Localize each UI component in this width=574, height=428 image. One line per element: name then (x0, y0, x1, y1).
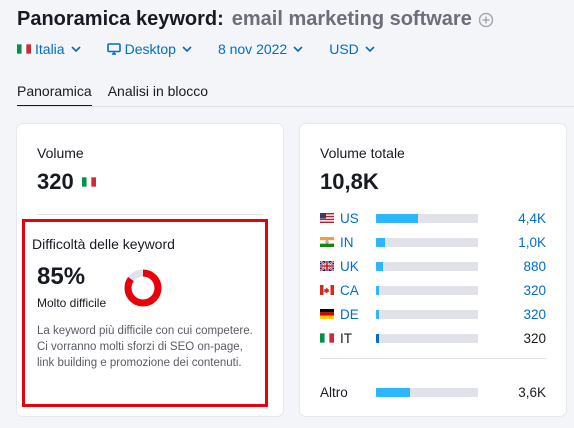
filters-bar: Italia Desktop 8 nov 2022 USD (17, 41, 401, 57)
flag-us-icon (320, 213, 334, 223)
flag-in-icon (320, 237, 334, 247)
page-title: Panoramica keyword: (17, 8, 224, 30)
keyword-title: email marketing software (231, 8, 472, 30)
kd-description: La keyword più difficile con cui compete… (37, 325, 253, 369)
other-label: Altro (320, 384, 348, 400)
kd-level: Molto difficile (37, 296, 107, 310)
flag-it-icon (320, 333, 334, 343)
device-select[interactable]: Desktop (106, 41, 192, 57)
kd-title: Difficoltà delle keyword (32, 236, 175, 252)
volume-bar-track (376, 238, 478, 247)
volume-value-row: 320 (37, 169, 96, 195)
country-list: US 4,4K IN 1,0K UK 880 CA 320 DE 320 IT … (320, 206, 546, 350)
flag-it-icon (81, 177, 96, 187)
volume-bar-track (376, 214, 478, 223)
volume-card: Volume 320 Difficoltà delle keyword 85% … (17, 124, 283, 416)
chevron-down-icon (71, 45, 81, 52)
divider (37, 214, 263, 215)
desktop-icon (106, 43, 121, 55)
date-select[interactable]: 8 nov 2022 (218, 41, 303, 57)
volume-bar-fill (376, 286, 380, 295)
volume-bar-fill (376, 310, 380, 319)
kd-value: 85% (37, 263, 86, 290)
volume-value: 320 (37, 169, 74, 194)
country-volume[interactable]: 320 (523, 307, 546, 322)
currency-select[interactable]: USD (329, 41, 375, 57)
tab-analisi-in-blocco[interactable]: Analisi in blocco (108, 83, 208, 107)
volume-bar-track (376, 388, 478, 397)
divider (320, 358, 546, 359)
flag-uk-icon (320, 261, 334, 271)
add-circle-icon[interactable] (478, 12, 494, 28)
global-volume-value: 10,8K (320, 169, 379, 194)
country-code[interactable]: DE (340, 307, 359, 322)
volume-bar-fill (376, 334, 380, 343)
device-label: Desktop (124, 41, 176, 57)
volume-bar-track (376, 310, 478, 319)
country-volume[interactable]: 880 (523, 259, 546, 274)
other-volume: 3,6K (518, 384, 546, 400)
country-code[interactable]: IN (340, 235, 354, 250)
volume-bar-track (376, 262, 478, 271)
page-header: Panoramica keyword: email marketing soft… (17, 8, 494, 31)
database-select[interactable]: Italia (17, 41, 81, 57)
tab-panoramica[interactable]: Panoramica (17, 83, 92, 107)
volume-bar-fill (376, 214, 418, 223)
global-volume-card: Volume totale 10,8K US 4,4K IN 1,0K UK 8… (300, 124, 566, 416)
flag-ca-icon (320, 285, 334, 295)
volume-bar-track (376, 334, 478, 343)
volume-bar-fill (376, 262, 384, 271)
country-code: IT (340, 330, 352, 346)
volume-bar-fill (376, 388, 410, 397)
country-code[interactable]: CA (340, 283, 359, 298)
country-row-it: IT 320 (320, 326, 546, 350)
country-row-ca: CA 320 (320, 278, 546, 302)
country-volume[interactable]: 1,0K (518, 235, 546, 250)
kd-donut-chart (124, 269, 162, 307)
country-volume: 320 (523, 330, 546, 346)
volume-bar-fill (376, 238, 386, 247)
currency-label: USD (329, 41, 359, 57)
country-row-other: Altro 3,6K (320, 380, 546, 404)
country-row-us: US 4,4K (320, 206, 546, 230)
country-volume[interactable]: 320 (523, 283, 546, 298)
tabs-divider (17, 106, 574, 107)
flag-it-icon (17, 44, 31, 54)
chevron-down-icon (293, 45, 303, 52)
country-row-in: IN 1,0K (320, 230, 546, 254)
flag-de-icon (320, 309, 334, 319)
volume-label: Volume (37, 145, 84, 161)
chevron-down-icon (182, 45, 192, 52)
global-volume-label: Volume totale (320, 145, 405, 161)
chevron-down-icon (365, 45, 375, 52)
database-label: Italia (35, 41, 65, 57)
country-volume[interactable]: 4,4K (518, 211, 546, 226)
country-code[interactable]: US (340, 211, 359, 226)
tabs: Panoramica Analisi in blocco (17, 83, 224, 107)
country-row-uk: UK 880 (320, 254, 546, 278)
volume-bar-track (376, 286, 478, 295)
country-code[interactable]: UK (340, 259, 359, 274)
date-label: 8 nov 2022 (217, 41, 288, 57)
country-row-de: DE 320 (320, 302, 546, 326)
